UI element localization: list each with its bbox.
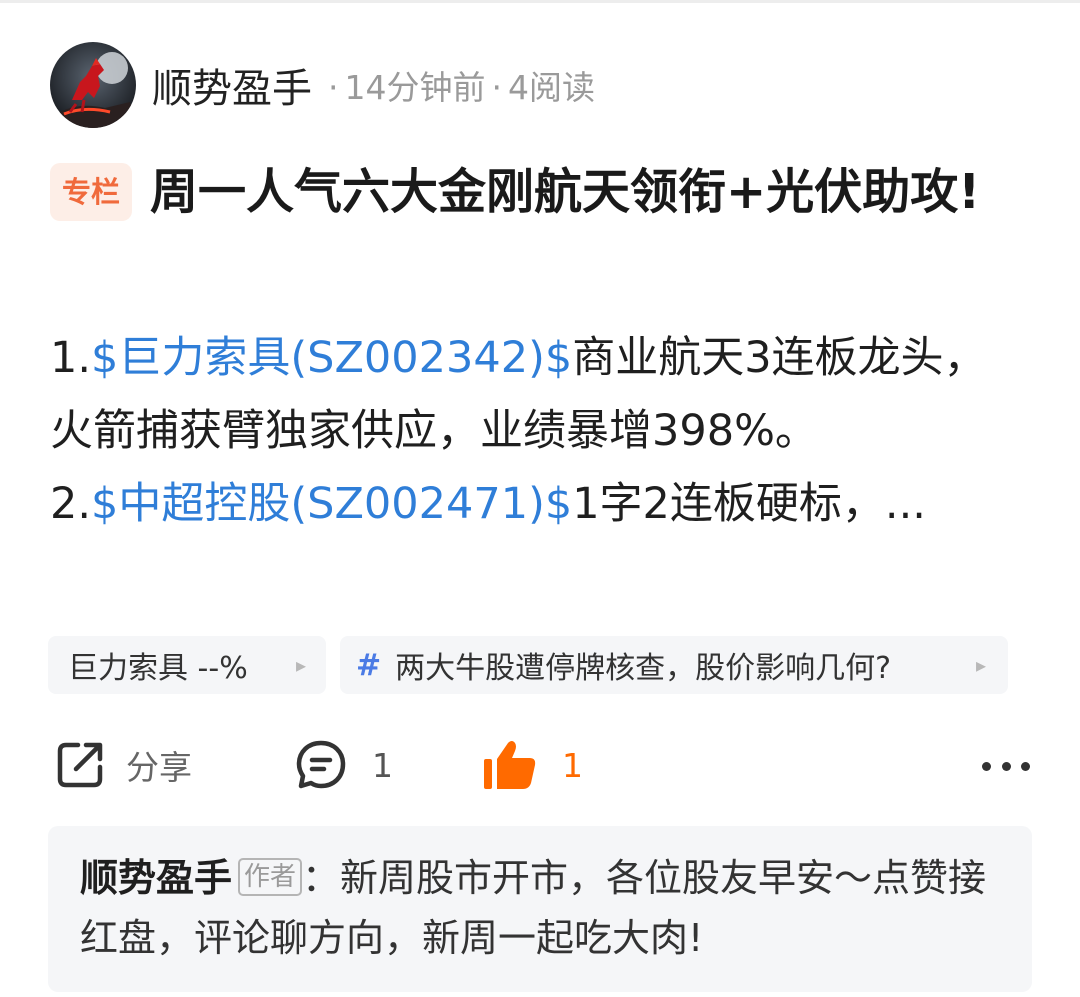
- list-item: 2.$中超控股(SZ002471)$1字2连板硬标，...: [50, 468, 1020, 541]
- comment-separator: ：: [302, 856, 341, 900]
- stock-chip-text: 巨力索具 --%: [68, 643, 248, 687]
- more-dots-icon[interactable]: [982, 746, 1030, 786]
- read-count: 4阅读: [508, 68, 595, 107]
- avatar-image: [50, 42, 136, 128]
- related-chips: 巨力索具 --% ▸ # 两大牛股遭停牌核查，股价影响几何? ▸: [48, 636, 1008, 694]
- stock-chip-name: 巨力索具: [68, 651, 188, 686]
- dot: [1021, 761, 1030, 771]
- list-item: 1.$巨力索具(SZ002342)$商业航天3连板龙头，火箭捕获臂独家供应，业绩…: [50, 322, 1020, 468]
- share-label: 分享: [126, 748, 192, 787]
- like-button[interactable]: 1: [482, 732, 583, 798]
- comment-author[interactable]: 顺势盈手: [80, 856, 232, 900]
- share-button[interactable]: 分享: [54, 732, 192, 798]
- post-header: 顺势盈手 · 14分钟前 · 4阅读: [50, 42, 595, 128]
- stock-chip[interactable]: 巨力索具 --% ▸: [48, 636, 326, 694]
- comment-preview[interactable]: 顺势盈手 作者 ：新周股市开市，各位股友早安～点赞接红盘，评论聊方向，新周一起吃大肉…: [48, 826, 1032, 992]
- comment-bubble-icon: [296, 740, 346, 789]
- comment-button[interactable]: 1: [294, 732, 393, 798]
- share-icon: [57, 742, 103, 788]
- item-number: 2.: [50, 479, 92, 529]
- dot: [1001, 761, 1011, 771]
- post-time: 14分钟前: [344, 68, 486, 107]
- meta-separator: ·: [491, 68, 503, 107]
- author-name[interactable]: 顺势盈手: [152, 56, 312, 114]
- author-badge: 作者: [238, 858, 303, 896]
- topic-chip[interactable]: # 两大牛股遭停牌核查，股价影响几何? ▸: [340, 636, 1008, 694]
- stock-link[interactable]: $巨力索具(SZ002342)$: [91, 333, 572, 383]
- chevron-right-icon: ▸: [975, 653, 986, 677]
- top-divider: [0, 0, 1080, 3]
- like-count: 1: [562, 745, 583, 785]
- hashtag-icon: #: [356, 647, 382, 683]
- dot: [982, 761, 991, 771]
- item-text: 1字2连板硬标，...: [572, 479, 926, 529]
- post-title[interactable]: 专栏 周一人气六大金刚航天领衔+光伏助攻!: [50, 152, 1010, 232]
- topic-chip-text: 两大牛股遭停牌核查，股价影响几何?: [395, 651, 892, 686]
- column-badge: 专栏: [50, 163, 133, 221]
- stock-link[interactable]: $中超控股(SZ002471)$: [91, 479, 572, 529]
- chevron-right-icon: ▸: [295, 653, 306, 677]
- comment-count: 1: [372, 745, 393, 785]
- meta-separator: ·: [328, 68, 339, 107]
- thumbs-up-icon: [484, 741, 536, 789]
- item-number: 1.: [50, 333, 92, 383]
- action-bar: 分享 1 1: [50, 732, 1030, 798]
- post-content[interactable]: 1.$巨力索具(SZ002342)$商业航天3连板龙头，火箭捕获臂独家供应，业绩…: [50, 322, 1020, 541]
- stock-chip-change: --%: [197, 651, 248, 686]
- post-meta: · 14分钟前 · 4阅读: [322, 61, 595, 109]
- avatar[interactable]: [50, 42, 136, 128]
- post-title-text: 周一人气六大金刚航天领衔+光伏助攻!: [150, 164, 981, 220]
